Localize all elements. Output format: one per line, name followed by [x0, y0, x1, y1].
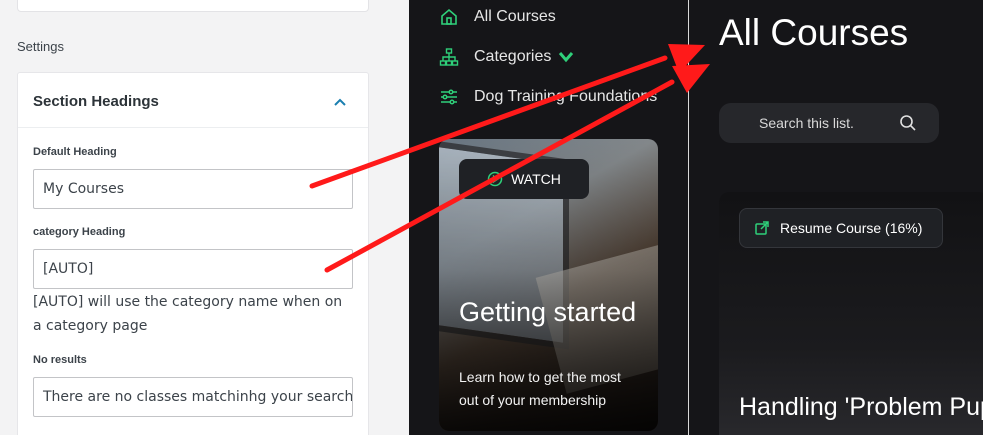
getting-started-card[interactable]: WATCH Getting started Learn how to get t…: [439, 139, 658, 431]
nav-item-categories[interactable]: Categories: [439, 45, 591, 69]
page-title: All Courses: [719, 12, 909, 53]
chevron-up-icon[interactable]: [332, 94, 348, 110]
no-results-label: No results: [33, 354, 87, 366]
resume-label: Resume Course (16%): [780, 220, 923, 236]
search-input[interactable]: Search this list.: [719, 103, 939, 143]
previous-settings-card: [17, 0, 369, 12]
sitemap-icon: [439, 48, 459, 66]
home-icon: [441, 8, 457, 25]
search-icon[interactable]: [899, 114, 917, 132]
chevron-down-icon: [559, 52, 574, 63]
nav-item-all-courses[interactable]: All Courses: [439, 5, 556, 29]
category-heading-help: [AUTO] will use the category name when o…: [33, 294, 343, 334]
watch-button[interactable]: WATCH: [459, 159, 589, 199]
play-icon: [487, 171, 503, 187]
sliders-icon: [441, 89, 457, 105]
promo-title: Getting started: [459, 297, 637, 327]
column-divider: [688, 0, 689, 435]
nav-item-dog-training[interactable]: Dog Training Foundations: [439, 85, 657, 109]
resume-icon: [755, 221, 769, 235]
search-placeholder: Search this list.: [759, 115, 854, 131]
no-results-input[interactable]: There are no classes matchinhg your sear…: [33, 377, 353, 417]
section-headings-title[interactable]: Section Headings: [33, 93, 159, 110]
site-preview: All Courses Categories Dog Training Foun…: [409, 0, 983, 435]
section-headings-card: Section Headings Default Heading My Cour…: [17, 72, 369, 435]
nav-label: All Courses: [474, 8, 556, 25]
resume-course-button[interactable]: Resume Course (16%): [739, 208, 943, 248]
course-title: Handling 'Problem Puppy' ...: [739, 393, 983, 421]
default-heading-label: Default Heading: [33, 146, 117, 158]
course-card[interactable]: Resume Course (16%) Handling 'Problem Pu…: [719, 192, 983, 435]
category-heading-input[interactable]: [AUTO]: [33, 249, 353, 289]
category-heading-label: category Heading: [33, 226, 126, 238]
nav-label: Dog Training Foundations: [474, 88, 658, 105]
promo-subtitle: Learn how to get the most out of your me…: [459, 369, 621, 408]
watch-label: WATCH: [511, 171, 561, 187]
settings-panel: Settings Section Headings Default Headin…: [0, 0, 409, 435]
card-divider: [18, 127, 368, 128]
settings-section-label: Settings: [17, 39, 64, 54]
nav-label: Categories: [474, 48, 552, 65]
default-heading-input[interactable]: My Courses: [33, 169, 353, 209]
